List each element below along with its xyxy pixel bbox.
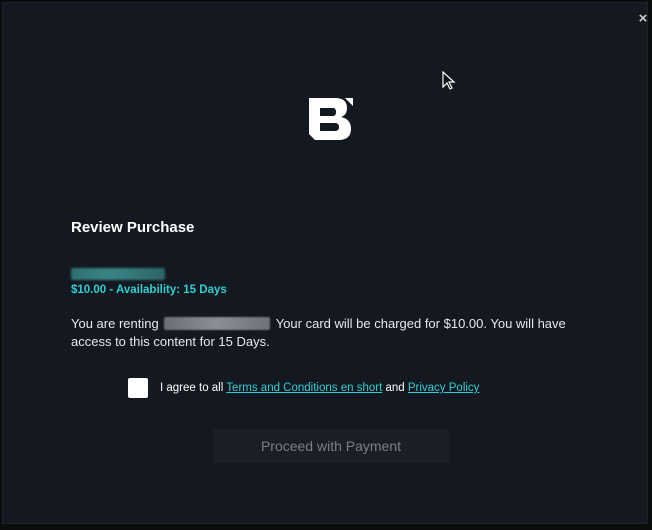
agreement-connector: and bbox=[385, 382, 405, 394]
agreement-text: I agree to all Terms and Conditions en s… bbox=[160, 382, 479, 394]
purchase-dialog: × Review Purchase $10.00 - Availability:… bbox=[2, 2, 648, 524]
proceed-payment-button[interactable]: Proceed with Payment bbox=[213, 429, 449, 463]
close-icon[interactable]: × bbox=[635, 11, 651, 27]
rental-description: You are renting Your card will be charge… bbox=[71, 315, 591, 351]
brand-logo bbox=[309, 98, 353, 140]
privacy-policy-link[interactable]: Privacy Policy bbox=[408, 382, 480, 394]
agreement-row: I agree to all Terms and Conditions en s… bbox=[128, 377, 479, 399]
redacted-content-name bbox=[164, 317, 271, 330]
terms-link[interactable]: Terms and Conditions en short bbox=[226, 382, 382, 394]
agree-checkbox[interactable] bbox=[128, 378, 148, 398]
dialog-title: Review Purchase bbox=[71, 219, 195, 236]
price-availability: $10.00 - Availability: 15 Days bbox=[71, 284, 227, 296]
description-prefix: You are renting bbox=[71, 316, 159, 331]
mouse-cursor-icon bbox=[442, 71, 456, 90]
agreement-prefix: I agree to all bbox=[160, 382, 224, 394]
redacted-content-title bbox=[71, 268, 165, 280]
